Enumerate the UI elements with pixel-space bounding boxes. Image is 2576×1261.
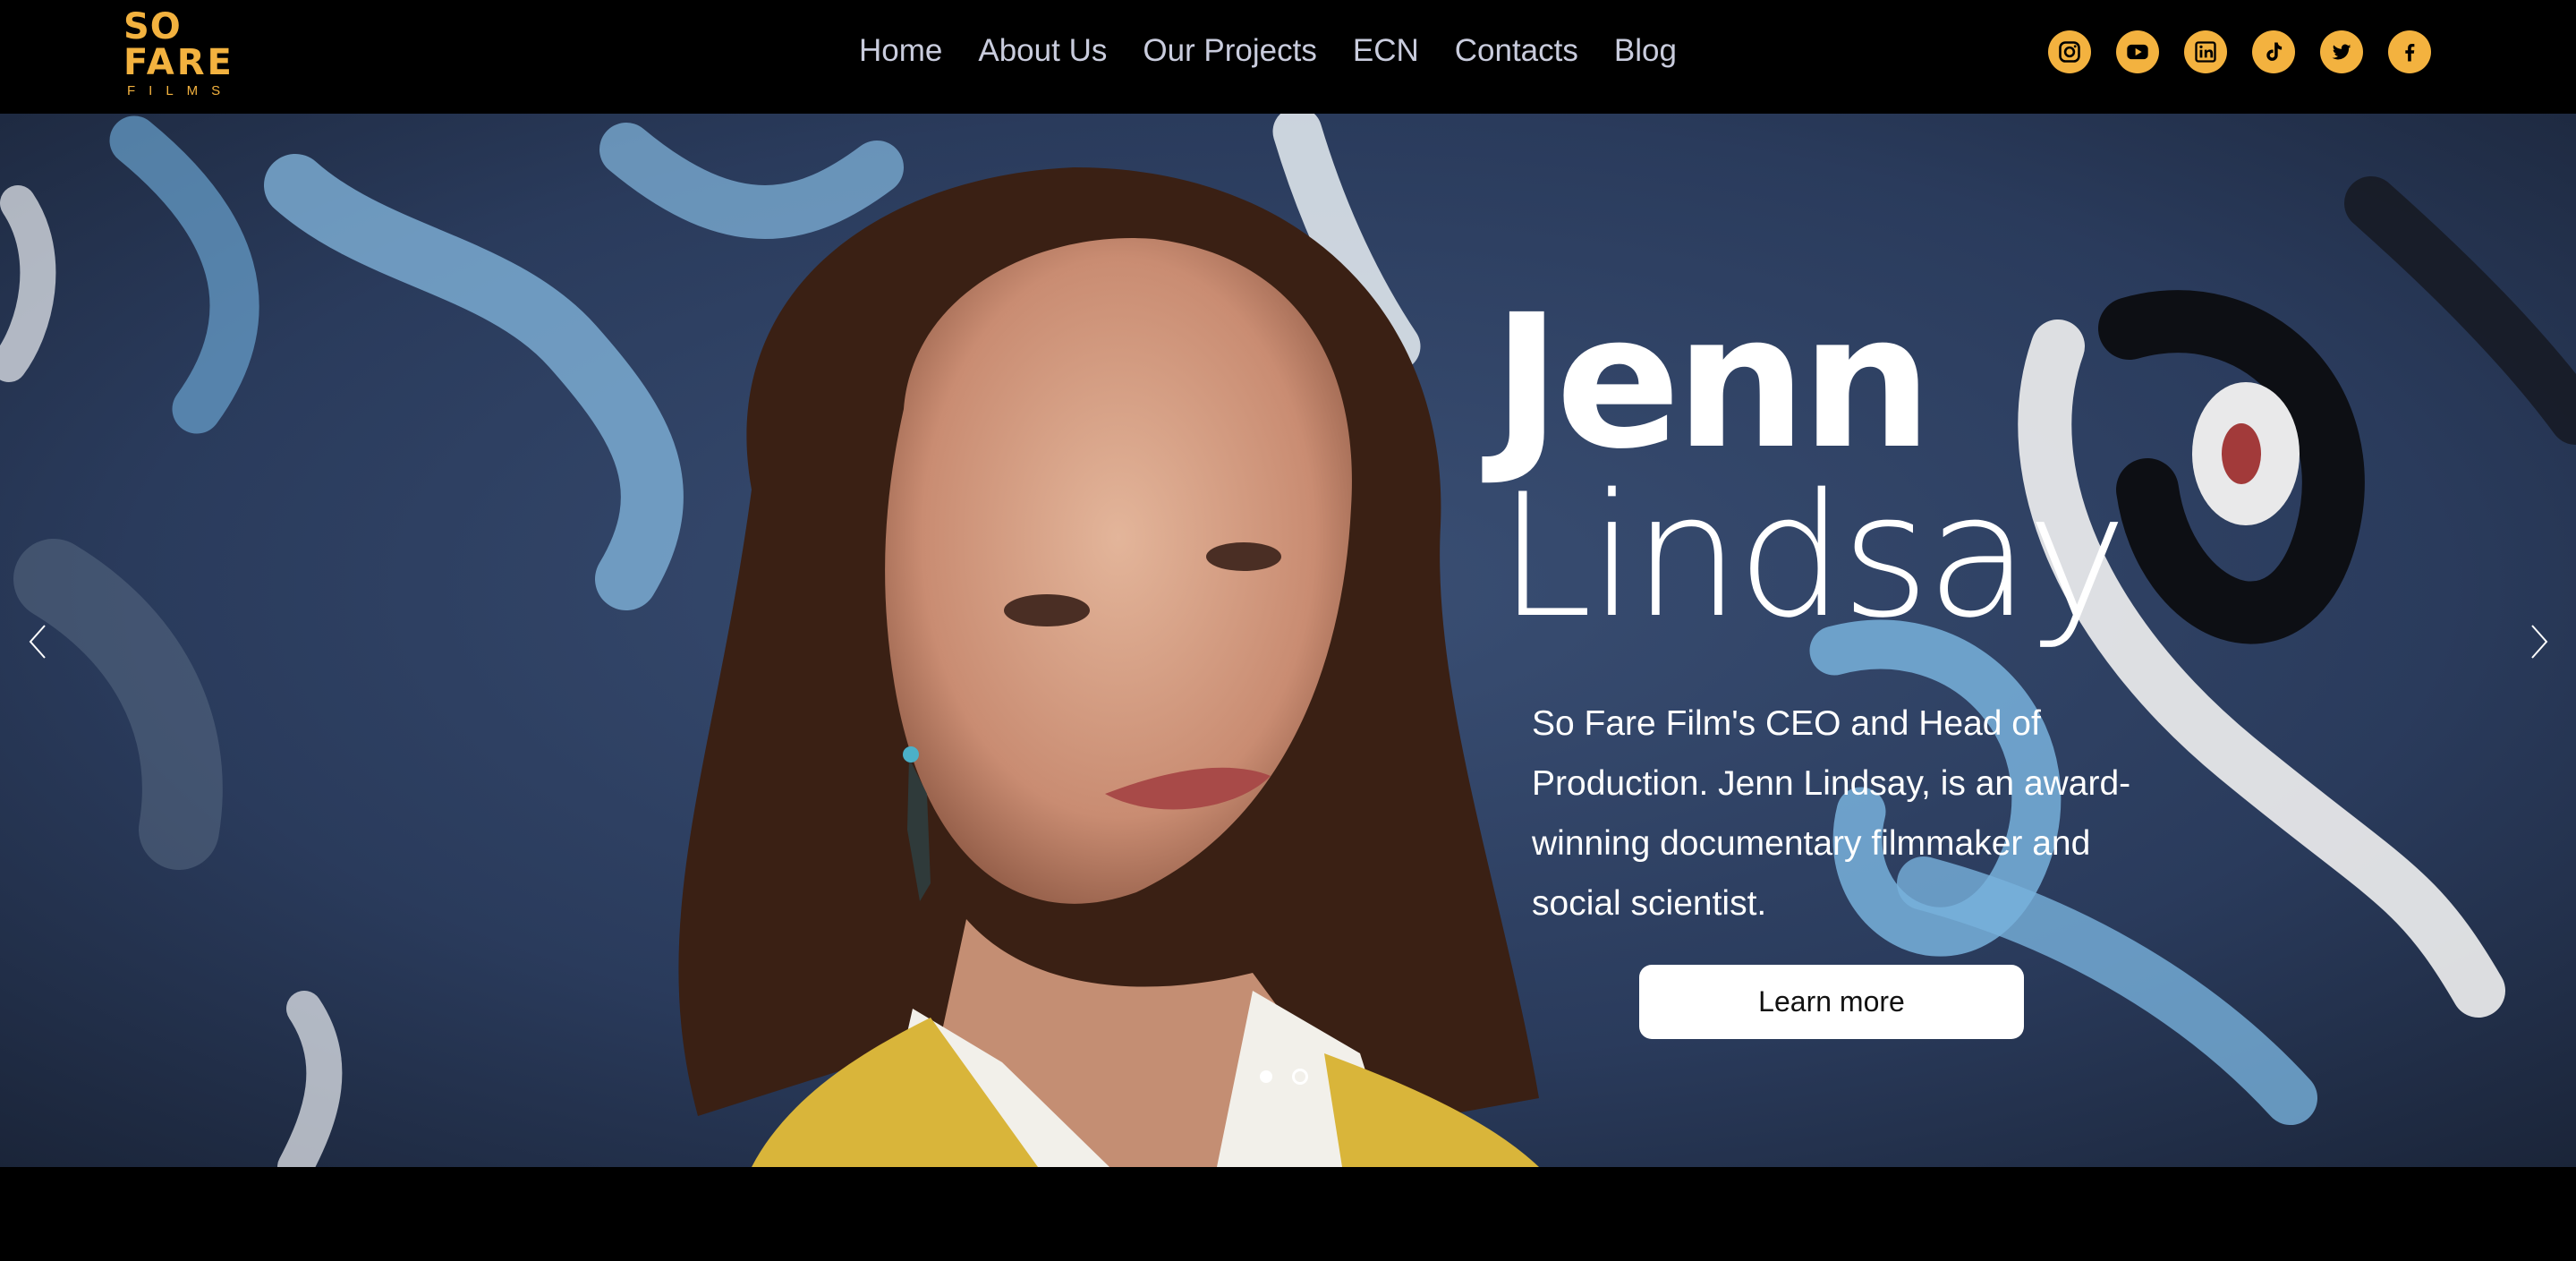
slider-prev-arrow[interactable] <box>20 615 55 669</box>
page-bottom-band <box>0 1167 2576 1261</box>
instagram-icon[interactable] <box>2048 30 2091 73</box>
hero-description: So Fare Film's CEO and Head of Productio… <box>1532 704 2131 923</box>
logo-line-2: FARE <box>123 42 234 83</box>
learn-more-button[interactable]: Learn more <box>1639 965 2024 1039</box>
slider-pagination <box>1260 1069 1308 1085</box>
nav-item-home[interactable]: Home <box>841 29 960 73</box>
site-logo[interactable]: SO FARE FILMS <box>123 9 240 100</box>
hero-title-last-name: Lindsay <box>1498 457 2128 655</box>
logo-line-3: FILMS <box>127 83 234 98</box>
tiktok-icon[interactable] <box>2252 30 2295 73</box>
slider-dot-2[interactable] <box>1292 1069 1308 1085</box>
slider-next-arrow[interactable] <box>2521 615 2557 669</box>
nav-item-blog[interactable]: Blog <box>1596 29 1695 73</box>
nav-item-contacts[interactable]: Contacts <box>1437 29 1596 73</box>
hero-slider: Jenn Lindsay So Fare Film's CEO and Head… <box>0 114 2576 1167</box>
chevron-right-icon <box>2531 625 2548 659</box>
logo-line-1: SO <box>123 6 182 47</box>
linkedin-icon[interactable] <box>2184 30 2227 73</box>
hero-title-first-name: Jenn <box>1492 275 1933 490</box>
site-header: SO FARE FILMS Home About Us Our Projects… <box>0 0 2576 114</box>
hero-background-photo <box>0 114 2576 1167</box>
facebook-icon[interactable] <box>2388 30 2431 73</box>
twitter-icon[interactable] <box>2320 30 2363 73</box>
nav-item-about-us[interactable]: About Us <box>960 29 1125 73</box>
chevron-left-icon <box>29 625 46 659</box>
nav-item-ecn[interactable]: ECN <box>1335 29 1437 73</box>
nav-item-our-projects[interactable]: Our Projects <box>1125 29 1335 73</box>
main-nav: Home About Us Our Projects ECN Contacts … <box>841 29 1695 73</box>
slider-dot-1[interactable] <box>1260 1070 1272 1083</box>
social-links <box>2048 30 2431 73</box>
youtube-icon[interactable] <box>2116 30 2159 73</box>
